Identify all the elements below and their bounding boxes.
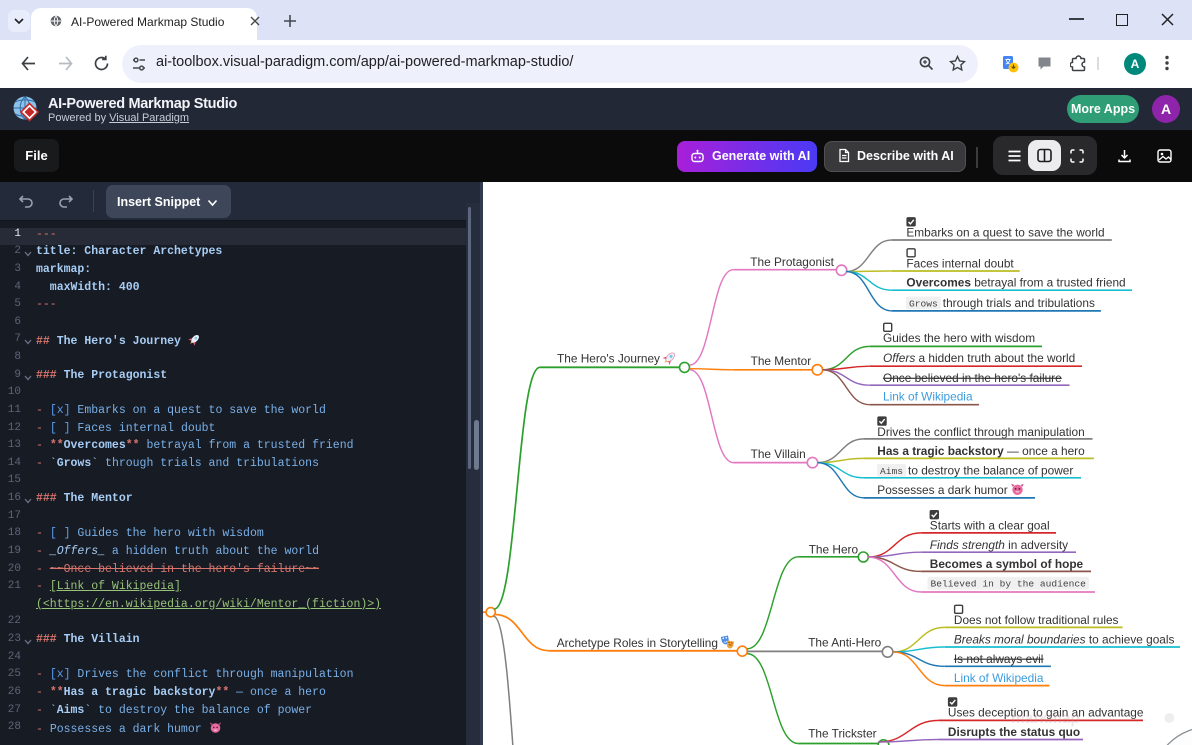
svg-text:Link of Wikipedia: Link of Wikipedia xyxy=(954,671,1044,685)
svg-text:The Villain: The Villain xyxy=(751,447,806,461)
svg-text:Has a tragic backstory — once: Has a tragic backstory — once a hero xyxy=(877,444,1085,458)
svg-text:Overcomes betrayal from a trus: Overcomes betrayal from a trusted friend xyxy=(906,276,1125,290)
svg-text:Link of Wikipedia: Link of Wikipedia xyxy=(883,389,973,403)
svg-text:The Mentor: The Mentor xyxy=(751,354,812,368)
svg-text:Embarks on a quest to save the: Embarks on a quest to save the world xyxy=(906,226,1104,240)
svg-text:Does not follow traditional ru: Does not follow traditional rules xyxy=(954,613,1119,627)
svg-text:Is not always evil: Is not always evil xyxy=(954,652,1044,666)
svg-text:Breaks moral boundaries to ach: Breaks moral boundaries to achieve goals xyxy=(954,633,1175,647)
svg-text:The Hero: The Hero xyxy=(809,542,859,556)
svg-text:Archetype Roles in Storytellin: Archetype Roles in Storytelling xyxy=(557,636,718,650)
svg-text:through trials and tribulation: through trials and tribulations xyxy=(943,296,1095,310)
svg-text:Drives the conflict through ma: Drives the conflict through manipulation xyxy=(877,425,1084,439)
svg-text:The Hero's Journey: The Hero's Journey xyxy=(557,352,660,366)
svg-text:Possesses a dark humor: Possesses a dark humor xyxy=(877,483,1007,497)
svg-text:Believed in by the audience: Believed in by the audience xyxy=(931,579,1087,590)
svg-text:Faces internal doubt: Faces internal doubt xyxy=(906,257,1014,271)
svg-text:Guides the hero with wisdom: Guides the hero with wisdom xyxy=(883,331,1035,345)
svg-text:to destroy the balance of powe: to destroy the balance of power xyxy=(908,464,1073,478)
svg-text:Becomes a symbol of hope: Becomes a symbol of hope xyxy=(930,557,1084,571)
svg-text:The Trickster: The Trickster xyxy=(808,726,876,740)
svg-text:Once believed in the hero's fa: Once believed in the hero's failure xyxy=(883,371,1062,385)
svg-text:Starts with a clear goal: Starts with a clear goal xyxy=(930,518,1050,532)
svg-text:Finds strength in adversity: Finds strength in adversity xyxy=(930,538,1068,552)
svg-text:Offers a hidden truth about th: Offers a hidden truth about the world xyxy=(883,351,1075,365)
svg-text:The Anti-Hero: The Anti-Hero xyxy=(808,635,881,649)
svg-text:Disrupts the status quo: Disrupts the status quo xyxy=(948,725,1080,739)
svg-text:The Protagonist: The Protagonist xyxy=(750,255,834,269)
svg-text:Aims: Aims xyxy=(880,466,903,477)
svg-text:Grows: Grows xyxy=(909,298,938,309)
svg-text:markmap: markmap xyxy=(1011,710,1080,727)
